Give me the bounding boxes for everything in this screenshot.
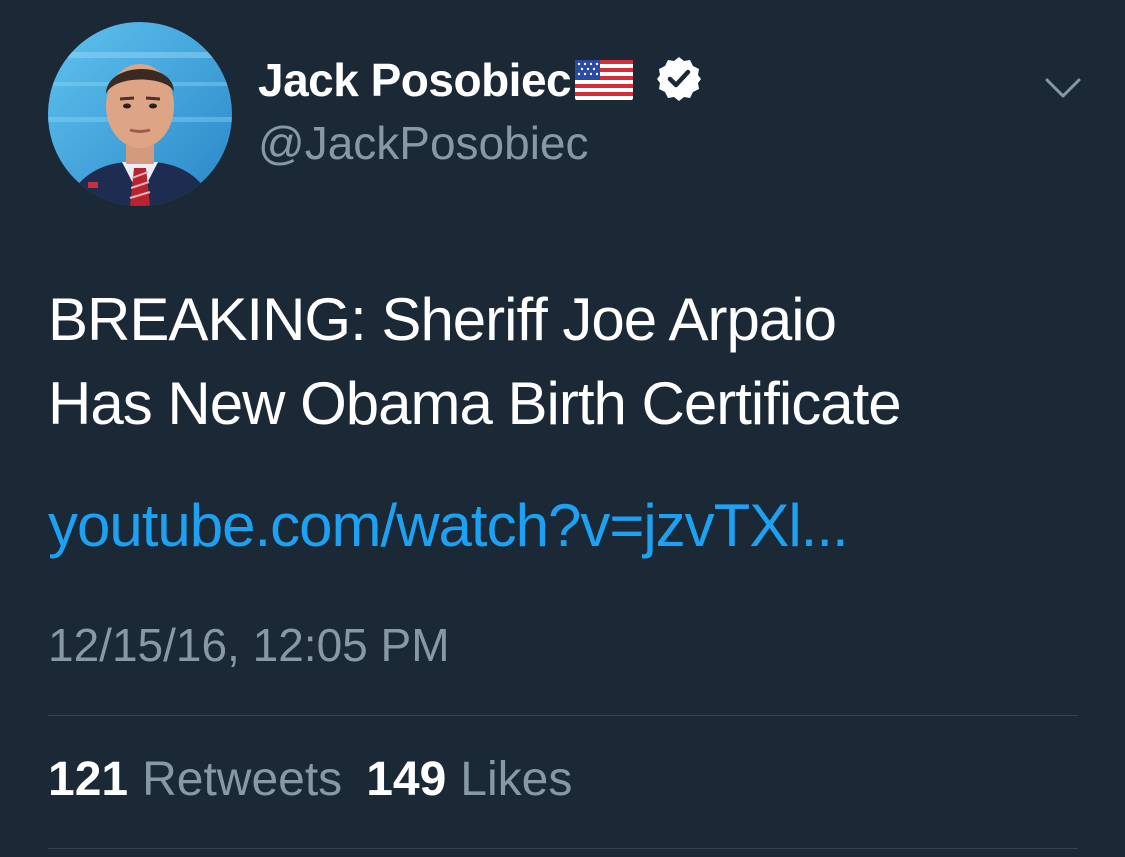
likes-count[interactable]: 149 <box>366 752 446 807</box>
tweet-timestamp: 12/15/16, 12:05 PM <box>48 619 450 671</box>
avatar[interactable] <box>48 22 232 206</box>
name-row: Jack Posobiec <box>258 50 703 110</box>
display-name[interactable]: Jack Posobiec <box>258 53 572 107</box>
tweet-text: BREAKING: Sheriff Joe Arpaio Has New Oba… <box>48 278 1098 446</box>
likes-label[interactable]: Likes <box>460 752 572 807</box>
retweets-label[interactable]: Retweets <box>142 752 342 807</box>
divider <box>48 848 1078 849</box>
tweet-text-line: BREAKING: Sheriff Joe Arpaio <box>48 286 837 353</box>
tweet-text-line: Has New Obama Birth Certificate <box>48 370 902 437</box>
retweets-count[interactable]: 121 <box>48 752 128 807</box>
user-handle[interactable]: @JackPosobiec <box>258 116 589 170</box>
tweet-link[interactable]: youtube.com/watch?v=jzvTXl... <box>48 484 849 568</box>
verified-badge-icon <box>655 55 703 108</box>
tweet-stats: 121 Retweets 149 Likes <box>48 752 572 807</box>
divider <box>48 715 1078 716</box>
us-flag-icon <box>575 59 634 105</box>
chevron-down-icon[interactable] <box>1043 72 1083 102</box>
tweet-header: Jack Posobiec @JackPosobiec <box>48 22 1088 208</box>
